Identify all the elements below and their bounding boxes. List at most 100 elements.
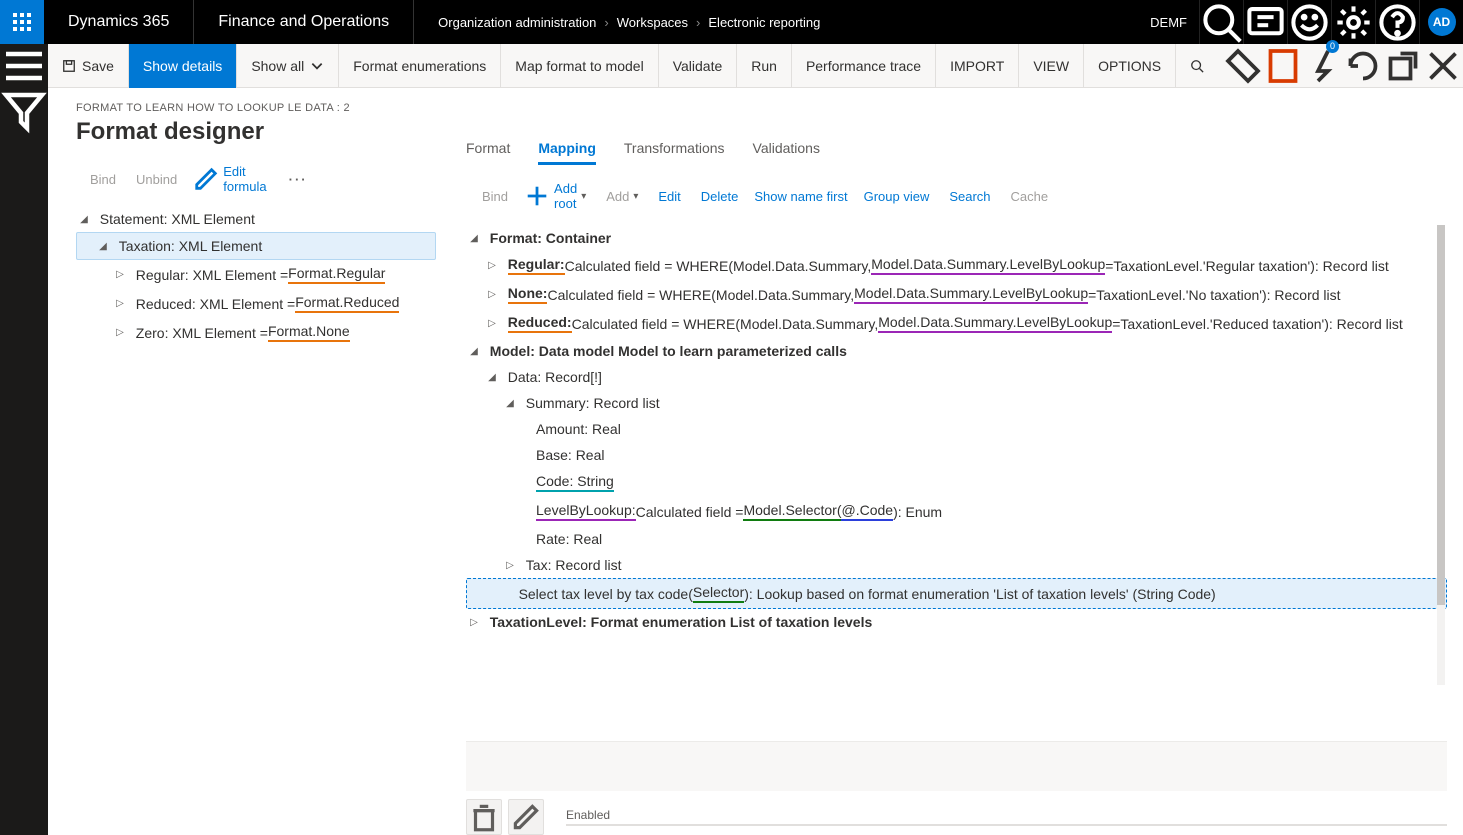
options-button[interactable]: OPTIONS <box>1084 44 1176 88</box>
map-taxlevel[interactable]: ▷ TaxationLevel: Format enumeration List… <box>466 609 1447 635</box>
validate-button[interactable]: Validate <box>659 44 738 88</box>
cache-button[interactable]: Cache <box>1007 189 1049 204</box>
scrollbar[interactable] <box>1437 225 1445 685</box>
tree-link: Format.Regular <box>288 265 385 284</box>
attach-icon[interactable] <box>1223 44 1263 88</box>
expand-icon[interactable]: ▷ <box>484 318 500 329</box>
toolbar-search-icon[interactable] <box>1176 44 1218 88</box>
collapse-icon[interactable]: ◢ <box>484 372 500 383</box>
edit-formula-button[interactable]: Edit formula <box>193 164 266 194</box>
view-button[interactable]: VIEW <box>1019 44 1084 88</box>
unbind-button[interactable]: Unbind <box>132 172 177 187</box>
bind-button[interactable]: Bind <box>86 172 116 187</box>
save-button[interactable]: Save <box>48 44 129 88</box>
org-label[interactable]: DEMF <box>1138 15 1199 30</box>
crumb-0[interactable]: Organization administration <box>438 15 596 30</box>
add-root-button[interactable]: Add root▾ <box>524 181 586 211</box>
refresh-icon[interactable] <box>1343 44 1383 88</box>
notif-badge: 0 <box>1326 40 1339 53</box>
mapping-tree: ◢ Format: Container ▷ Regular: Calculate… <box>466 225 1447 733</box>
map-tax[interactable]: ▷ Tax: Record list <box>466 552 1447 578</box>
main-area: FORMAT TO LEARN HOW TO LOOKUP LE DATA : … <box>48 88 1463 835</box>
show-all-button[interactable]: Show all <box>237 44 339 88</box>
add-button[interactable]: Add▾ <box>602 189 638 204</box>
map-code[interactable]: Code: String <box>466 468 1447 497</box>
expand-icon[interactable]: ▷ <box>502 560 518 571</box>
map-format-button[interactable]: Map format to model <box>501 44 658 88</box>
tree-zero[interactable]: ▷ Zero: XML Element = Format.None <box>76 318 436 347</box>
enabled-input[interactable] <box>566 824 1447 826</box>
map-model[interactable]: ◢ Model: Data model Model to learn param… <box>466 338 1447 364</box>
search-icon[interactable] <box>1199 0 1243 44</box>
office-icon[interactable] <box>1263 44 1303 88</box>
show-name-button[interactable]: Show name first <box>754 189 847 204</box>
map-amount[interactable]: Amount: Real <box>466 416 1447 442</box>
run-button[interactable]: Run <box>737 44 792 88</box>
content: FORMAT TO LEARN HOW TO LOOKUP LE DATA : … <box>0 88 1463 835</box>
map-selector[interactable]: Select tax level by tax code(Selector): … <box>466 578 1447 609</box>
delete-button[interactable]: Delete <box>697 189 739 204</box>
performance-trace-button[interactable]: Performance trace <box>792 44 936 88</box>
collapse-icon[interactable]: ◢ <box>466 346 482 357</box>
tab-mapping[interactable]: Mapping <box>538 140 596 165</box>
expand-icon[interactable]: ▷ <box>484 260 500 271</box>
pencil-icon[interactable] <box>508 799 544 835</box>
tree-regular[interactable]: ▷ Regular: XML Element = Format.Regular <box>76 260 436 289</box>
messages-icon[interactable] <box>1243 0 1287 44</box>
filter-icon[interactable] <box>0 88 48 132</box>
map-format-container[interactable]: ◢ Format: Container <box>466 225 1447 251</box>
view-label: VIEW <box>1033 58 1069 74</box>
group-view-button[interactable]: Group view <box>864 189 930 204</box>
user-avatar[interactable]: AD <box>1419 0 1463 44</box>
map-data[interactable]: ◢ Data: Record[!] <box>466 364 1447 390</box>
map-label: Reduced: <box>508 314 572 333</box>
hamburger-icon[interactable] <box>0 44 48 88</box>
tree-label: Regular: XML Element = <box>136 267 288 283</box>
unbind-label: Unbind <box>136 172 177 187</box>
map-base[interactable]: Base: Real <box>466 442 1447 468</box>
expand-icon[interactable]: ▷ <box>484 289 500 300</box>
close-icon[interactable] <box>1423 44 1463 88</box>
expand-icon[interactable]: ▷ <box>466 617 482 628</box>
collapse-icon[interactable]: ◢ <box>466 233 482 244</box>
map-rate[interactable]: Rate: Real <box>466 526 1447 552</box>
crumb-1[interactable]: Workspaces <box>617 15 688 30</box>
expand-icon[interactable]: ▷ <box>112 298 128 309</box>
collapse-icon[interactable]: ◢ <box>95 241 111 252</box>
r-bind-button[interactable]: Bind <box>478 189 508 204</box>
map-regular[interactable]: ▷ Regular: Calculated field = WHERE(Mode… <box>466 251 1447 280</box>
expand-icon[interactable]: ▷ <box>112 327 128 338</box>
popout-icon[interactable] <box>1383 44 1423 88</box>
more-icon[interactable]: ··· <box>283 172 314 187</box>
map-reduced[interactable]: ▷ Reduced: Calculated field = WHERE(Mode… <box>466 309 1447 338</box>
trash-icon[interactable] <box>466 799 502 835</box>
scroll-thumb[interactable] <box>1437 225 1445 605</box>
tree-statement[interactable]: ◢ Statement: XML Element <box>76 206 436 232</box>
tree-taxation[interactable]: ◢ Taxation: XML Element <box>76 232 436 260</box>
map-none[interactable]: ▷ None: Calculated field = WHERE(Model.D… <box>466 280 1447 309</box>
help-icon[interactable] <box>1375 0 1419 44</box>
gear-icon[interactable] <box>1331 0 1375 44</box>
smile-icon[interactable] <box>1287 0 1331 44</box>
map-levelbylookup[interactable]: LevelByLookup: Calculated field = Model.… <box>466 497 1447 526</box>
crumb-2[interactable]: Electronic reporting <box>708 15 820 30</box>
show-details-button[interactable]: Show details <box>129 44 237 88</box>
map-summary[interactable]: ◢ Summary: Record list <box>466 390 1447 416</box>
import-button[interactable]: IMPORT <box>936 44 1019 88</box>
left-actions: Bind Unbind Edit formula ··· <box>76 164 436 194</box>
collapse-icon[interactable]: ◢ <box>76 214 92 225</box>
collapse-icon[interactable]: ◢ <box>502 398 518 409</box>
tree-reduced[interactable]: ▷ Reduced: XML Element = Format.Reduced <box>76 289 436 318</box>
brand-label[interactable]: Dynamics 365 <box>44 0 194 44</box>
search-button[interactable]: Search <box>945 189 990 204</box>
notifications-icon[interactable]: 0 <box>1303 44 1343 88</box>
format-enumerations-button[interactable]: Format enumerations <box>339 44 501 88</box>
edit-button[interactable]: Edit <box>654 189 680 204</box>
tab-transformations[interactable]: Transformations <box>624 140 725 165</box>
app-name-label[interactable]: Finance and Operations <box>194 0 414 44</box>
waffle-icon[interactable] <box>0 0 44 44</box>
tab-validations[interactable]: Validations <box>753 140 820 165</box>
tab-format[interactable]: Format <box>466 140 510 165</box>
expand-icon[interactable]: ▷ <box>112 269 128 280</box>
bottom-bar: Enabled <box>466 791 1447 835</box>
